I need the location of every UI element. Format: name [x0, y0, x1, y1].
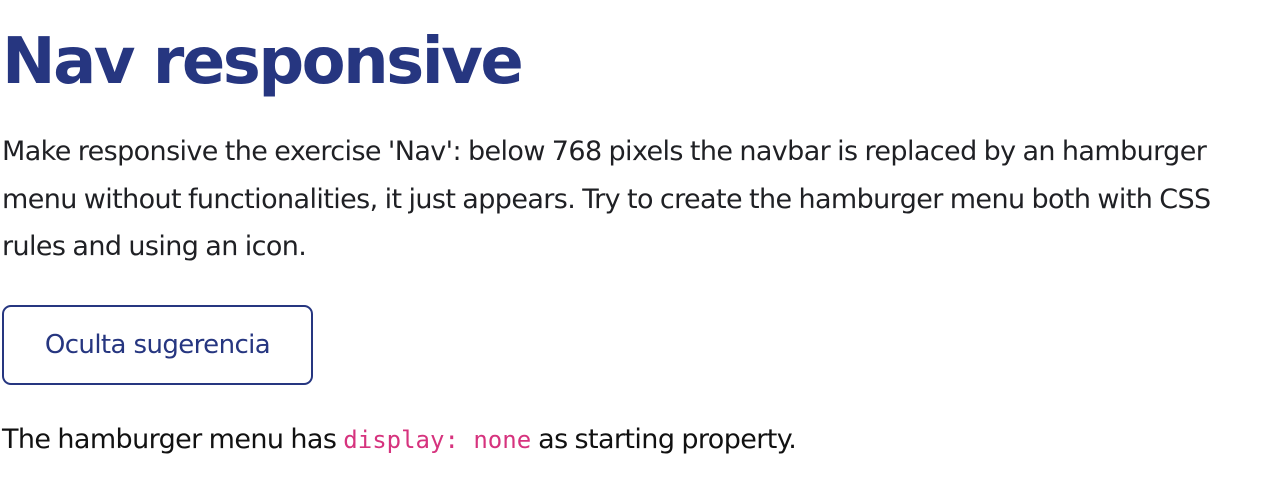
- hint-text-before: The hamburger menu has: [2, 424, 344, 455]
- hint-code: display: none: [343, 426, 532, 454]
- hide-hint-button[interactable]: Oculta sugerencia: [2, 305, 313, 385]
- hint-text-after: as starting property.: [531, 424, 797, 455]
- hint-text: The hamburger menu has display: none as …: [2, 416, 797, 464]
- page-title: Nav responsive: [2, 25, 524, 99]
- exercise-description: Make responsive the exercise 'Nav': belo…: [2, 136, 1211, 262]
